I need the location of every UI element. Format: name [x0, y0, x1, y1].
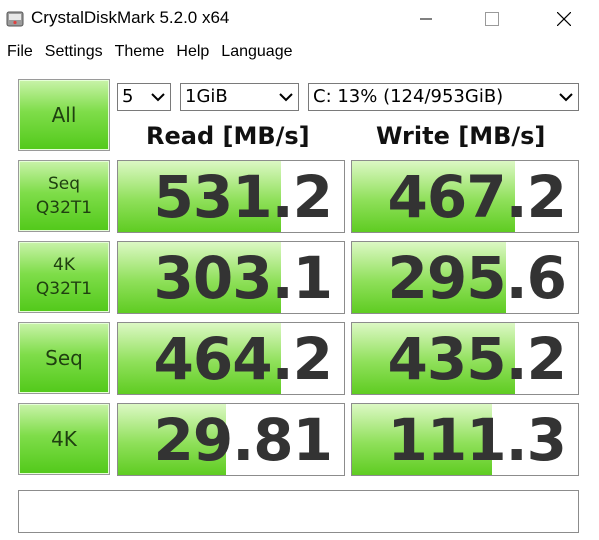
chevron-down-icon — [559, 93, 573, 102]
menu-help[interactable]: Help — [170, 40, 215, 64]
minimize-icon — [420, 18, 432, 20]
menu-language[interactable]: Language — [215, 40, 298, 64]
seq-read-result: 464.2 — [117, 322, 345, 395]
test-label-line2: Q32T1 — [35, 279, 93, 299]
test-label-line2: Q32T1 — [35, 198, 93, 218]
result-value: 435.2 — [387, 325, 567, 393]
4k-button[interactable]: 4K — [18, 403, 110, 475]
close-button[interactable] — [534, 0, 594, 38]
maximize-icon — [485, 12, 499, 26]
4k-q32t1-read-result: 303.1 — [117, 241, 345, 314]
seq-q32t1-read-result: 531.2 — [117, 160, 345, 233]
seq-button[interactable]: Seq — [18, 322, 110, 394]
test-size-value: 1GiB — [185, 86, 228, 107]
test-label-line1: 4K — [51, 427, 77, 451]
close-icon — [557, 12, 571, 26]
window-title: CrystalDiskMark 5.2.0 x64 — [31, 8, 230, 27]
seq-q32t1-button[interactable]: Seq Q32T1 — [18, 160, 110, 232]
title-bar[interactable]: CrystalDiskMark 5.2.0 x64 — [0, 0, 599, 38]
test-size-select[interactable]: 1GiB — [180, 83, 299, 111]
crystaldiskmark-app-icon — [6, 11, 24, 27]
4k-read-result: 29.81 — [117, 403, 345, 476]
test-label-line1: 4K — [53, 255, 75, 275]
result-value: 111.3 — [387, 406, 567, 474]
result-value: 295.6 — [387, 244, 567, 312]
main-panel: All 5 1GiB C: 13% (124/953GiB) Read [MB/… — [0, 66, 599, 540]
chevron-down-icon — [151, 93, 165, 102]
4k-q32t1-button[interactable]: 4K Q32T1 — [18, 241, 110, 313]
4k-q32t1-write-result: 295.6 — [351, 241, 579, 314]
minimize-button[interactable] — [396, 0, 456, 38]
menu-file[interactable]: File — [0, 40, 39, 64]
result-value: 303.1 — [153, 244, 333, 312]
seq-q32t1-write-result: 467.2 — [351, 160, 579, 233]
all-button-label: All — [51, 103, 77, 127]
result-value: 467.2 — [387, 163, 567, 231]
chevron-down-icon — [279, 93, 293, 102]
result-value: 531.2 — [153, 163, 333, 231]
result-value: 464.2 — [153, 325, 333, 393]
test-label-line1: Seq — [47, 174, 81, 194]
result-value: 29.81 — [153, 406, 333, 474]
seq-write-result: 435.2 — [351, 322, 579, 395]
comment-input[interactable] — [18, 490, 579, 533]
menu-bar: File Settings Theme Help Language — [0, 40, 599, 64]
drive-value: C: 13% (124/953GiB) — [313, 86, 504, 107]
maximize-button[interactable] — [462, 0, 522, 38]
test-count-select[interactable]: 5 — [117, 83, 171, 111]
all-button[interactable]: All — [18, 79, 110, 151]
drive-select[interactable]: C: 13% (124/953GiB) — [308, 83, 579, 111]
menu-theme[interactable]: Theme — [109, 40, 171, 64]
menu-settings[interactable]: Settings — [39, 40, 109, 64]
test-label-line1: Seq — [45, 346, 83, 370]
write-column-header: Write [MB/s] — [376, 122, 546, 150]
4k-write-result: 111.3 — [351, 403, 579, 476]
test-count-value: 5 — [122, 86, 134, 107]
read-column-header: Read [MB/s] — [146, 122, 310, 150]
